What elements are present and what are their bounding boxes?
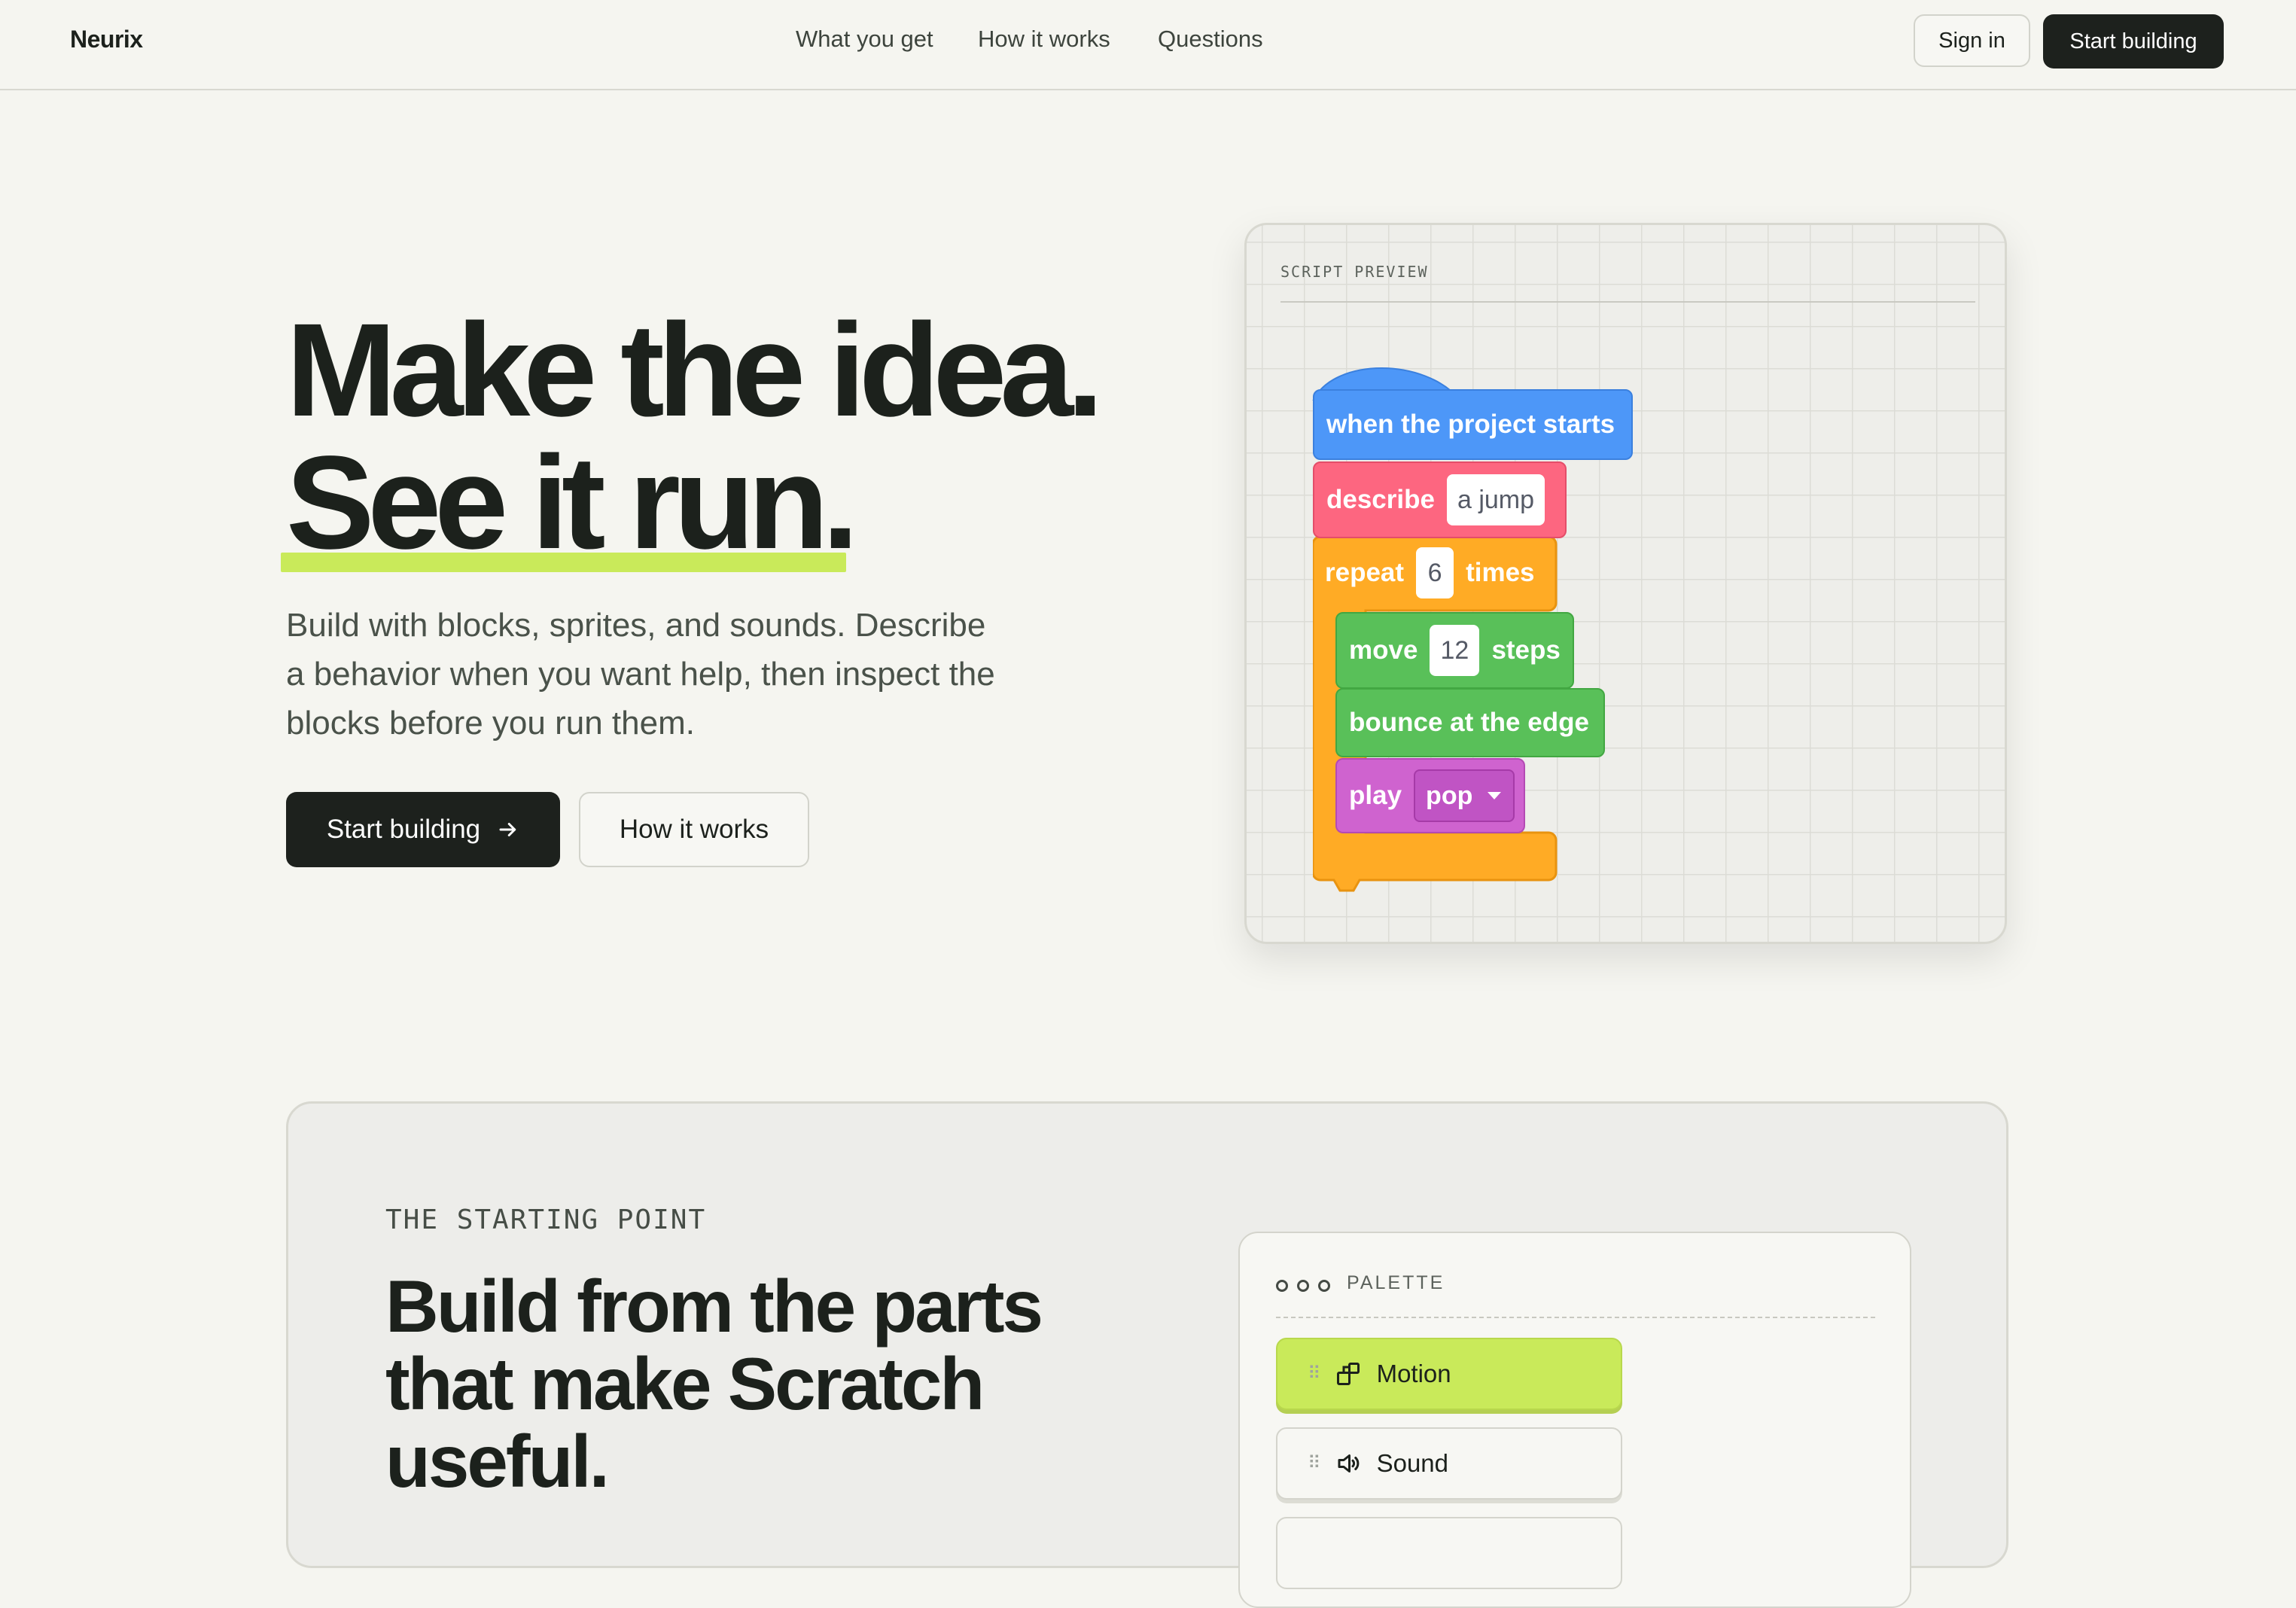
- sound-dropdown-value: pop: [1426, 781, 1473, 810]
- hero-title-line-2: See it run.: [286, 429, 859, 577]
- block-label: move: [1349, 635, 1418, 665]
- window-dot-icon: [1297, 1280, 1309, 1292]
- describe-block[interactable]: describe a jump: [1313, 461, 1567, 538]
- caret-down-icon: [1488, 792, 1502, 799]
- divider: [1280, 301, 1975, 303]
- hero-title-line-1: Make the idea.: [286, 297, 1104, 444]
- start-building-button[interactable]: Start building: [286, 792, 560, 867]
- hero-description: Build with blocks, sprites, and sounds. …: [286, 607, 995, 742]
- section-eyebrow: THE STARTING POINT: [385, 1204, 707, 1235]
- bounce-block[interactable]: bounce at the edge: [1335, 688, 1605, 757]
- script-preview-card: SCRIPT PREVIEW when the project starts d…: [1244, 223, 2007, 944]
- nav-how-it-works[interactable]: How it works: [978, 26, 1110, 53]
- brand-logo[interactable]: Neurix: [70, 26, 143, 53]
- palette-item-label: Motion: [1376, 1360, 1451, 1387]
- starting-point-section: THE STARTING POINT Build from the parts …: [286, 1101, 2008, 1608]
- speaker-icon: [1338, 1454, 1359, 1472]
- script-preview-label: SCRIPT PREVIEW: [1280, 263, 1429, 281]
- block-label: repeat: [1325, 558, 1405, 587]
- move-block[interactable]: move 12 steps: [1335, 612, 1574, 689]
- palette-item-sound[interactable]: ⠿ Sound: [1276, 1427, 1622, 1500]
- nav-questions[interactable]: Questions: [1158, 26, 1263, 53]
- describe-input[interactable]: a jump: [1446, 474, 1545, 525]
- window-dot-icon: [1318, 1280, 1330, 1292]
- blocks-icon: [1336, 1363, 1360, 1385]
- block-label: bounce at the edge: [1349, 708, 1589, 737]
- section-title: Build from the parts that make Scratch u…: [385, 1265, 1043, 1503]
- block-label: when the project starts: [1326, 410, 1615, 439]
- site-header: Neurix What you get How it works Questio…: [0, 0, 2296, 90]
- start-building-label: Start building: [326, 815, 481, 844]
- palette-card: PALETTE ⠿ Motion ⠿ Sound: [1238, 1232, 1911, 1608]
- nav-what-you-get[interactable]: What you get: [796, 26, 933, 53]
- sign-in-button[interactable]: Sign in: [1914, 14, 2030, 67]
- divider: [1276, 1317, 1875, 1318]
- block-label: play: [1349, 781, 1402, 810]
- repeat-block[interactable]: repeat 6 times: [1313, 535, 1558, 611]
- how-it-works-button[interactable]: How it works: [579, 792, 809, 867]
- palette-item-partial[interactable]: [1276, 1517, 1622, 1589]
- block-label: describe: [1326, 485, 1435, 514]
- repeat-count-input[interactable]: 6: [1416, 547, 1454, 598]
- when-project-starts-block[interactable]: when the project starts: [1313, 389, 1633, 460]
- arrow-right-icon: [499, 823, 516, 836]
- block-label-suffix: steps: [1491, 635, 1561, 665]
- header-start-building-button[interactable]: Start building: [2043, 14, 2224, 69]
- drag-handle-icon[interactable]: ⠿: [1308, 1365, 1321, 1383]
- window-dot-icon: [1276, 1280, 1288, 1292]
- sound-dropdown[interactable]: pop: [1414, 769, 1515, 822]
- drag-handle-icon[interactable]: ⠿: [1308, 1454, 1321, 1472]
- block-label-suffix: times: [1466, 558, 1535, 587]
- move-steps-input[interactable]: 12: [1430, 625, 1480, 676]
- palette-item-motion[interactable]: ⠿ Motion: [1276, 1338, 1622, 1410]
- play-sound-block[interactable]: play pop: [1335, 758, 1525, 833]
- palette-item-label: Sound: [1376, 1449, 1449, 1477]
- palette-label: PALETTE: [1347, 1272, 1445, 1293]
